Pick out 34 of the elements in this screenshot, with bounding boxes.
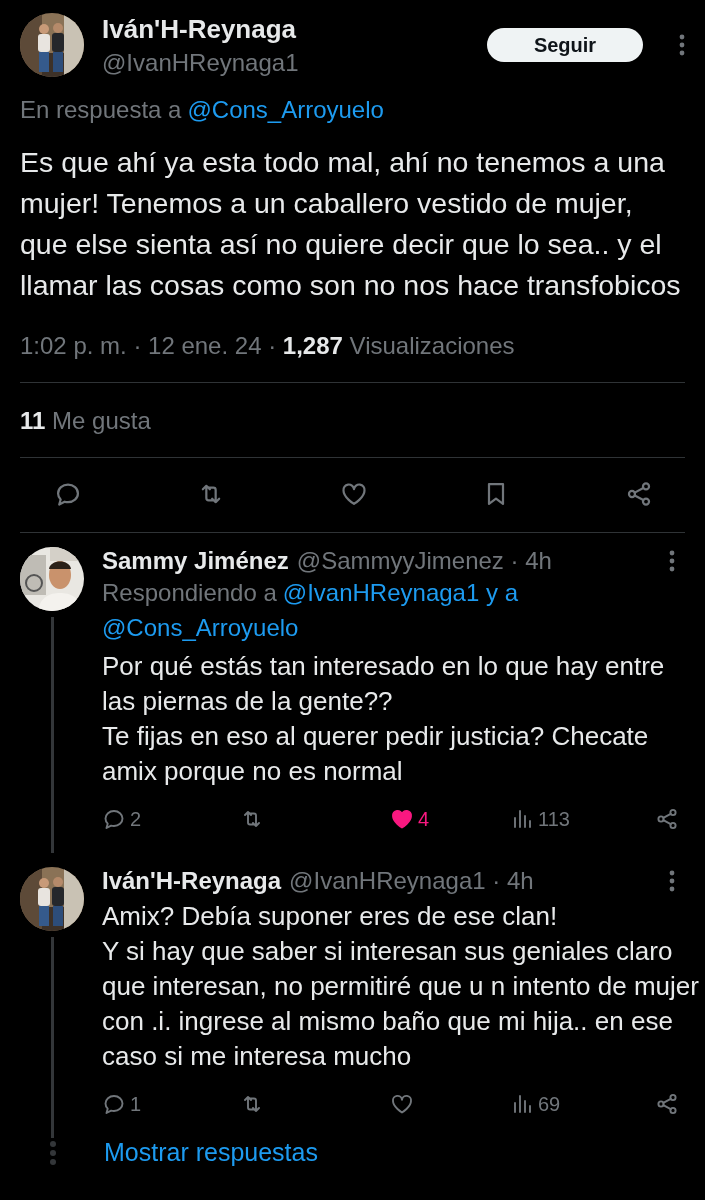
likes-count[interactable]: 11 Me gusta [20, 383, 685, 458]
tweet-text: Es que ahí ya esta todo mal, ahí no tenemos a una mujer! Tenemos a un caballero vestido de mujer, que else sienta así no quiere decir que lo sea.. y el llamar las cosas como son no nos hace transfobicos [20, 145, 682, 303]
reply-text: Amix? Debía suponer eres de ese clan! Y si hay que saber si interesan sus geniales claro que interesan, no permitiré que u n intento de mujer con .i. ingrese al mismo baño que mi hija.. en ese caso si me interesa mucho [102, 900, 700, 1073]
reply-icon[interactable] [102, 1092, 126, 1116]
author-handle[interactable]: @SammyyJimenez · 4h [296, 547, 661, 575]
show-replies-link[interactable]: Mostrar respuestas [104, 1138, 318, 1167]
author-name[interactable]: Iván'H-Reynaga [102, 867, 282, 895]
share-icon[interactable] [655, 1092, 679, 1116]
reply-label: En respuesta a [20, 96, 182, 124]
follow-button[interactable]: Seguir [487, 28, 643, 62]
reply-icon[interactable] [102, 807, 126, 831]
reply-text: Por qué estás tan interesado en lo que hay entre las piernas de la gente?? Te fijas en eso al querer pedir justicia? Checate amix porque no es normal [102, 650, 666, 788]
mention-link[interactable]: @Cons_Arroyuelo [187, 96, 384, 124]
heart-icon[interactable] [390, 1092, 414, 1116]
more-icon[interactable] [669, 869, 675, 893]
share-icon[interactable] [655, 807, 679, 831]
reply-count: 1 [130, 1092, 142, 1116]
more-icon[interactable] [669, 549, 675, 573]
views-count: 113 [538, 807, 570, 831]
reply-count: 2 [130, 807, 142, 831]
like-count: 4 [418, 807, 430, 831]
mention-link[interactable]: @IvanHReynaga1 y a [282, 575, 518, 610]
replying-label: Respondiendo a [102, 578, 277, 608]
author-name[interactable]: Sammy Jiménez [102, 547, 289, 575]
heart-icon[interactable] [339, 480, 368, 508]
more-icon[interactable] [679, 33, 685, 57]
author-handle[interactable]: @IvanHReynaga1 · 4h [289, 867, 661, 895]
author-handle[interactable]: @IvanHReynaga1 [102, 48, 469, 77]
heart-icon[interactable] [390, 807, 414, 831]
mention-link[interactable]: @Cons_Arroyuelo [102, 610, 705, 645]
tweet-meta: 1:02 p. m. · 12 ene. 24 · 1,287 Visualizaciones [20, 332, 685, 383]
share-icon[interactable] [625, 480, 653, 508]
author-name[interactable]: Iván'H-Reynaga [102, 13, 469, 45]
views-count: 69 [538, 1092, 561, 1116]
